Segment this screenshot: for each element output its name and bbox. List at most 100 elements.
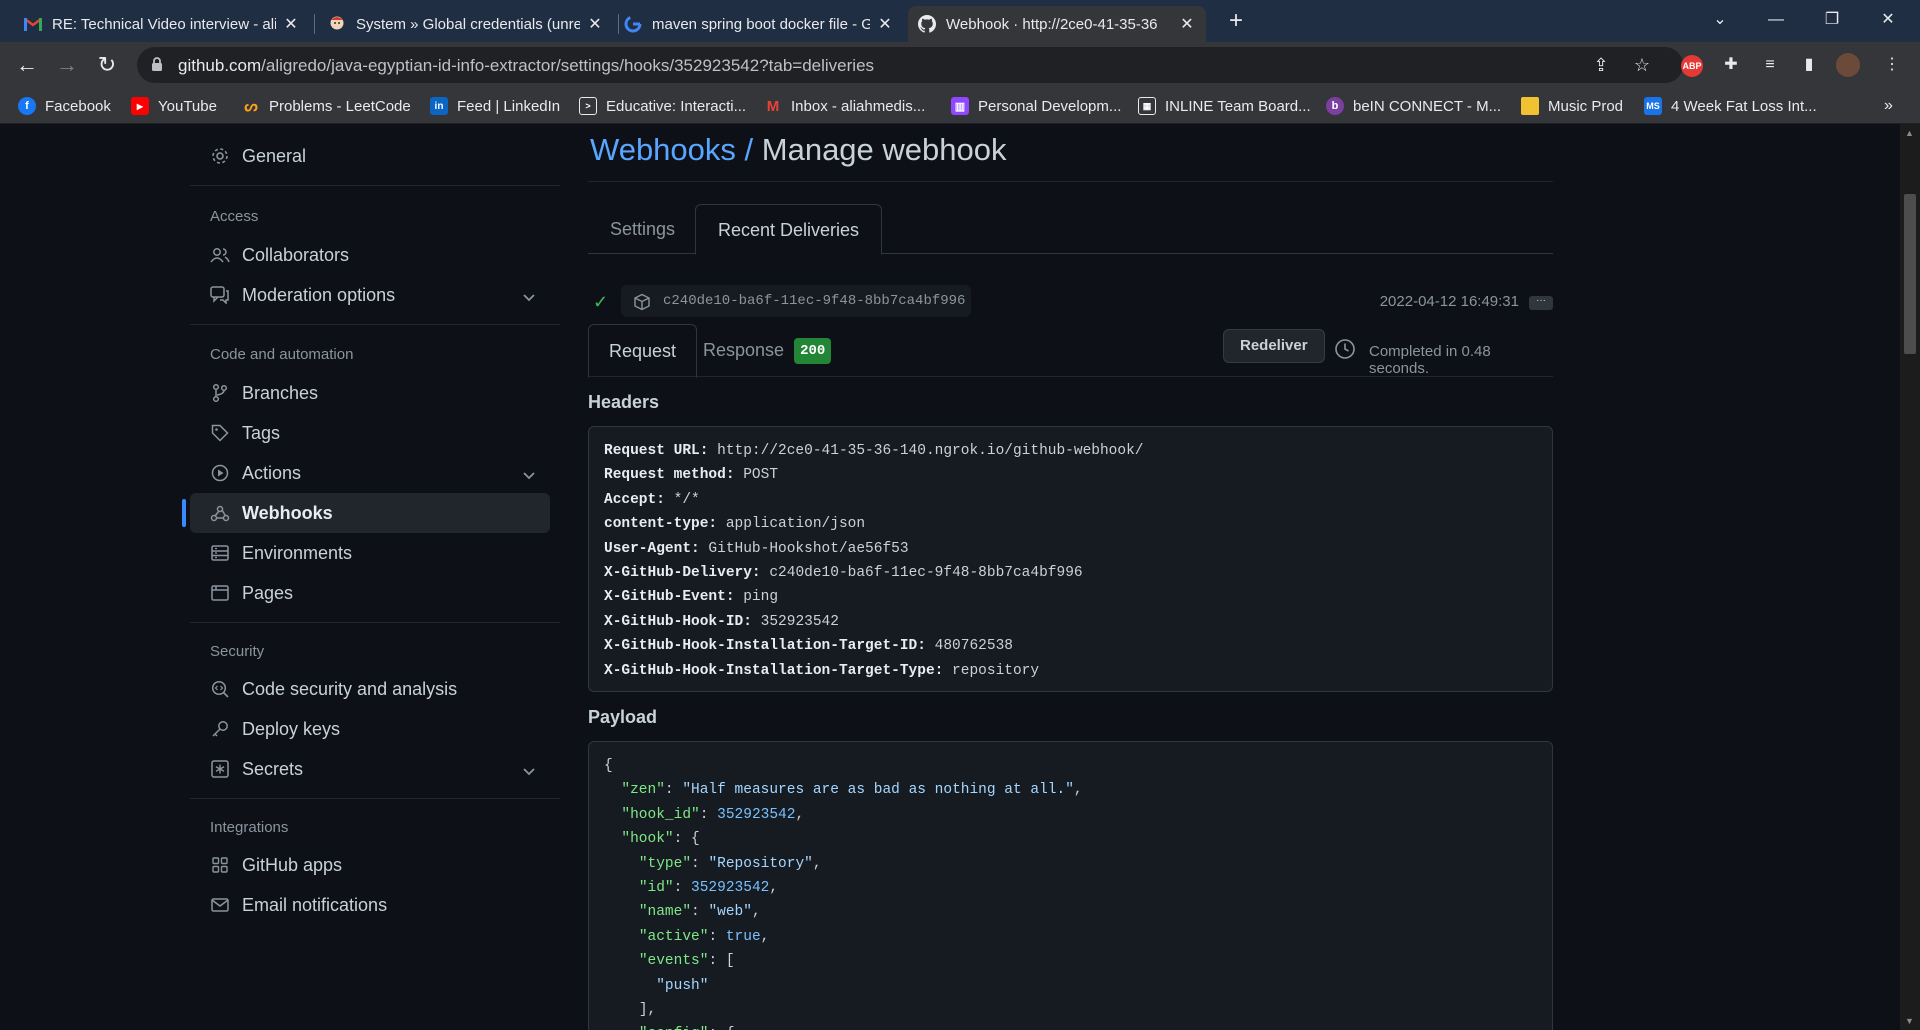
avatar[interactable]	[1836, 53, 1860, 77]
tab-request[interactable]: Request	[588, 324, 698, 378]
payload-key: "name"	[638, 904, 692, 921]
close-icon[interactable]: ✕	[876, 14, 894, 34]
header-key: X-GitHub-Hook-ID:	[604, 613, 752, 630]
payload-key: "active"	[638, 928, 709, 945]
sidebar-item-actions[interactable]: Actions	[190, 453, 550, 493]
payload-punct-after: {	[691, 831, 700, 848]
payload-indent	[604, 953, 639, 969]
payload-key: "type"	[638, 855, 692, 872]
bookmark-bein-connect[interactable]: b beIN CONNECT - M...	[1326, 96, 1501, 116]
payload-line: "push"	[604, 974, 1537, 998]
payload-punct: :	[708, 953, 726, 970]
tab-search-icon[interactable]: ⌄	[1692, 0, 1748, 40]
sidebar-item-pages[interactable]: Pages	[190, 573, 550, 613]
tab-settings[interactable]: Settings	[588, 204, 697, 254]
sidebar-item-label: Pages	[242, 582, 294, 603]
sidebar-item-deploy-keys[interactable]: Deploy keys	[190, 709, 550, 749]
sidebar-item-tags[interactable]: Tags	[190, 413, 550, 453]
address-bar[interactable]: github.com/aligredo/java-egyptian-id-inf…	[137, 47, 1683, 83]
side-panel-icon[interactable]: ▮	[1797, 53, 1821, 77]
sidebar-item-webhooks[interactable]: Webhooks	[182, 493, 550, 533]
sidebar-item-collaborators[interactable]: Collaborators	[190, 235, 550, 275]
reload-icon[interactable]: ↻	[92, 50, 122, 80]
codescan-icon	[209, 678, 231, 700]
new-tab-button[interactable]: +	[1222, 8, 1250, 36]
browser-tab[interactable]: System » Global credentials (unre ✕	[318, 6, 614, 42]
browser-tabstrip: RE: Technical Video interview - ali ✕ Sy…	[0, 0, 1920, 42]
browser-tab[interactable]: RE: Technical Video interview - ali ✕	[14, 6, 310, 42]
bookmark-personal-development[interactable]: ▥ Personal Developm...	[951, 96, 1121, 116]
url-text[interactable]: github.com/aligredo/java-egyptian-id-inf…	[178, 56, 874, 76]
gmail-icon: M	[766, 97, 780, 115]
forward-icon[interactable]: →	[52, 50, 82, 80]
twitch-icon: ▥	[951, 97, 969, 115]
share-icon[interactable]: ⇪	[1590, 54, 1612, 76]
sidebar-divider	[190, 324, 560, 325]
minimize-button[interactable]: —	[1748, 0, 1804, 40]
url-path: /aligredo/java-egyptian-id-info-extracto…	[261, 56, 875, 75]
close-icon[interactable]: ✕	[1178, 14, 1196, 34]
payload-punct: :	[699, 806, 718, 823]
tab-recent-deliveries[interactable]: Recent Deliveries	[695, 204, 883, 255]
header-value: http://2ce0-41-35-36-140.ngrok.io/github…	[708, 443, 1144, 459]
sidebar-item-branches[interactable]: Branches	[190, 373, 550, 413]
adblock-icon[interactable]: ABP	[1680, 53, 1704, 77]
payload-punct: :	[708, 928, 726, 945]
more-bookmarks-icon[interactable]: »	[1884, 96, 1893, 116]
bookmark-facebook[interactable]: f Facebook	[18, 96, 111, 116]
scrollbar-thumb[interactable]	[1904, 194, 1916, 354]
close-icon[interactable]: ✕	[586, 14, 604, 34]
bookmark-fat-loss[interactable]: MS 4 Week Fat Loss Int...	[1644, 96, 1817, 116]
header-line: X-GitHub-Event: ping	[604, 585, 1537, 609]
sidebar-item-moderation[interactable]: Moderation options	[190, 275, 550, 315]
bookmark-educative[interactable]: > Educative: Interacti...	[579, 96, 746, 116]
delivery-guid[interactable]: c240de10-ba6f-11ec-9f48-8bb7ca4bf996	[621, 285, 972, 317]
sidebar-item-github-apps[interactable]: GitHub apps	[190, 845, 550, 885]
sidebar-item-environments[interactable]: Environments	[190, 533, 550, 573]
bookmark-linkedin[interactable]: in Feed | LinkedIn	[430, 96, 560, 116]
breadcrumb-webhooks-link[interactable]: Webhooks /	[590, 132, 753, 167]
back-icon[interactable]: ←	[12, 50, 42, 80]
extensions-icon[interactable]: ✚	[1719, 53, 1743, 77]
media-control-icon[interactable]: ≡	[1758, 53, 1782, 77]
bookmark-inbox[interactable]: M Inbox - aliahmedis...	[764, 96, 925, 116]
payload-punct-after: ,	[769, 879, 779, 896]
scroll-up-icon[interactable]: ▲	[1905, 128, 1914, 138]
sidebar-item-secrets[interactable]: Secrets	[190, 749, 550, 789]
header-key: X-GitHub-Event:	[604, 589, 735, 606]
bookmark-youtube[interactable]: ▶ YouTube	[131, 96, 217, 116]
payload-indent	[604, 880, 639, 896]
sidebar-item-label: Moderation options	[242, 284, 396, 305]
redeliver-button[interactable]: Redeliver	[1223, 329, 1325, 363]
youtube-icon: ▶	[131, 97, 149, 115]
sidebar-item-general[interactable]: General	[190, 136, 550, 176]
bookmark-star-icon[interactable]: ☆	[1631, 54, 1653, 76]
payload-value: 352923542	[717, 806, 796, 823]
sidebar-heading-security: Security	[210, 643, 265, 660]
ellipsis-button[interactable]: ···	[1529, 296, 1553, 310]
payload-value: true	[725, 928, 761, 945]
sidebar-item-code-security[interactable]: Code security and analysis	[190, 669, 550, 709]
browser-tab[interactable]: maven spring boot docker file - G ✕	[614, 6, 904, 42]
bookmark-inline-team-board[interactable]: ▦ INLINE Team Board...	[1138, 96, 1311, 116]
sidebar-heading-access: Access	[210, 208, 259, 225]
close-icon[interactable]: ✕	[282, 14, 300, 34]
header-value: c240de10-ba6f-11ec-9f48-8bb7ca4bf996	[760, 564, 1083, 581]
close-window-button[interactable]: ✕	[1860, 0, 1916, 40]
lock-icon[interactable]	[151, 57, 163, 77]
sidebar-item-label: Collaborators	[242, 244, 350, 265]
restore-button[interactable]: ❐	[1804, 0, 1860, 40]
menu-icon[interactable]: ⋮	[1880, 53, 1904, 77]
linkedin-icon: in	[430, 97, 448, 115]
payload-indent	[604, 831, 621, 847]
bookmark-music-prod[interactable]: Music Prod	[1521, 96, 1623, 116]
sidebar-item-email-notifications[interactable]: Email notifications	[190, 885, 550, 925]
scroll-down-icon[interactable]: ▼	[1905, 1016, 1914, 1026]
delivery-row[interactable]: ✓ c240de10-ba6f-11ec-9f48-8bb7ca4bf996 2…	[588, 284, 1553, 320]
bookmark-leetcode[interactable]: ᔕ Problems - LeetCode	[242, 96, 410, 116]
browser-tab-active[interactable]: Webhook · http://2ce0-41-35-36 ✕	[908, 6, 1206, 42]
header-line: X-GitHub-Hook-ID: 352923542	[604, 610, 1537, 634]
payload-punct-after: ,	[795, 806, 805, 823]
page-scrollbar[interactable]: ▲ ▼	[1900, 124, 1920, 1030]
tab-response[interactable]: Response 200	[683, 324, 851, 377]
